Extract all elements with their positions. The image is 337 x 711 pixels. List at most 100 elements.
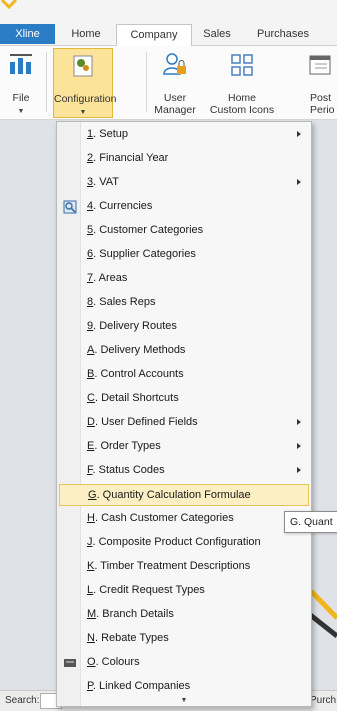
menu-item-credit-request-types[interactable]: L. Credit Request Types	[59, 580, 309, 602]
menu-item-currencies[interactable]: 4. Currencies	[59, 196, 309, 218]
menu-item-label: 7. Areas	[87, 272, 127, 284]
menu-item-timber-treatment-descriptions[interactable]: K. Timber Treatment Descriptions	[59, 556, 309, 578]
home-custom-icons-line2: Custom Icons	[209, 104, 275, 116]
menu-item-text: . VAT	[93, 176, 119, 188]
xline-logo-icon	[0, 0, 18, 10]
menu-item-rebate-types[interactable]: N. Rebate Types	[59, 628, 309, 650]
menu-item-label: P. Linked Companies	[87, 680, 190, 692]
menu-item-tooltip: G. Quant	[284, 511, 337, 533]
post-period-line2: Perio	[310, 104, 335, 116]
file-button[interactable]: File ▼	[2, 48, 40, 118]
menu-item-sales-reps[interactable]: 8. Sales Reps	[59, 292, 309, 314]
menu-item-customer-categories[interactable]: 5. Customer Categories	[59, 220, 309, 242]
submenu-arrow-icon	[297, 131, 301, 137]
menu-item-text: . Setup	[93, 128, 128, 140]
purchases-shortcut[interactable]: Purch	[310, 695, 336, 706]
menu-item-accelerator: O	[87, 656, 96, 668]
menu-item-accelerator: H	[87, 512, 95, 524]
tab-home[interactable]: Home	[62, 24, 110, 46]
configuration-button[interactable]: Configuration ▼	[53, 48, 116, 118]
menu-item-text: . Status Codes	[92, 464, 165, 476]
menu-item-label: 3. VAT	[87, 176, 119, 188]
menu-item-label: 1. Setup	[87, 128, 128, 140]
menu-item-label: F. Status Codes	[87, 464, 165, 476]
menu-item-label: 8. Sales Reps	[87, 296, 156, 308]
menu-item-quantity-calculation-formulae[interactable]: G. Quantity Calculation Formulae	[59, 484, 309, 506]
tab-company[interactable]: Company	[116, 24, 192, 47]
post-period-button[interactable]: Post Perio	[306, 48, 337, 118]
menu-item-financial-year[interactable]: 2. Financial Year	[59, 148, 309, 170]
menu-item-accelerator: D	[87, 416, 95, 428]
menu-item-text: . Currencies	[93, 200, 153, 212]
menu-item-text: . Rebate Types	[94, 632, 169, 644]
file-label: File	[12, 92, 30, 104]
menu-item-status-codes[interactable]: F. Status Codes	[59, 460, 309, 482]
ribbon-tab-bar: Xline Home Company Sales Purchases	[0, 22, 337, 47]
menu-item-areas[interactable]: 7. Areas	[59, 268, 309, 290]
menu-item-delivery-methods[interactable]: A. Delivery Methods	[59, 340, 309, 362]
user-lock-icon	[163, 53, 186, 75]
calendar-icon	[309, 55, 331, 75]
tab-sales[interactable]: Sales	[198, 24, 236, 46]
menu-item-vat[interactable]: 3. VAT	[59, 172, 309, 194]
home-custom-icons-button[interactable]: Home Custom Icons	[192, 48, 292, 118]
menu-item-label: G. Quantity Calculation Formulae	[88, 489, 251, 501]
colours-icon	[64, 659, 76, 667]
menu-item-branch-details[interactable]: M. Branch Details	[59, 604, 309, 626]
menu-item-composite-product-configuration[interactable]: J. Composite Product Configuration	[59, 532, 309, 554]
menu-item-supplier-categories[interactable]: 6. Supplier Categories	[59, 244, 309, 266]
menu-item-colours[interactable]: O. Colours	[59, 652, 309, 674]
menu-item-cash-customer-categories[interactable]: H. Cash Customer Categories	[59, 508, 309, 530]
grid-icon	[231, 54, 253, 76]
menu-item-label: O. Colours	[87, 656, 140, 668]
post-period-line1: Post	[310, 92, 332, 104]
menu-item-detail-shortcuts[interactable]: C. Detail Shortcuts	[59, 388, 309, 410]
home-custom-icons-label: Home Custom Icons	[192, 92, 292, 116]
menu-item-accelerator: N	[87, 632, 95, 644]
configuration-dropdown-menu: 1. Setup 2. Financial Year 3. VAT 4. Curren…	[56, 121, 312, 707]
menu-item-accelerator: M	[87, 608, 97, 620]
submenu-arrow-icon	[297, 443, 301, 449]
post-period-label: Post Perio	[310, 92, 337, 116]
menu-item-text: . Credit Request Types	[93, 584, 205, 596]
menu-item-text: . Delivery Routes	[93, 320, 177, 332]
menu-item-label: 4. Currencies	[87, 200, 152, 212]
title-strip	[0, 0, 337, 22]
menu-item-text: . User Defined Fields	[94, 416, 198, 428]
submenu-arrow-icon	[297, 179, 301, 185]
menu-item-text: . Sales Reps	[93, 296, 156, 308]
menu-item-text: . Areas	[93, 272, 128, 284]
menu-scroll-down-icon[interactable]: ▼	[57, 697, 311, 704]
menu-item-text: . Control Accounts	[94, 368, 184, 380]
menu-item-control-accounts[interactable]: B. Control Accounts	[59, 364, 309, 386]
menu-item-label: 2. Financial Year	[87, 152, 168, 164]
menu-item-text: . Composite Product Configuration	[92, 536, 261, 548]
menu-item-text: . Detail Shortcuts	[94, 392, 179, 404]
search-label: Search:	[5, 695, 40, 706]
menu-item-text: . Financial Year	[93, 152, 169, 164]
chevron-down-icon: ▼	[79, 109, 87, 116]
menu-item-label: 5. Customer Categories	[87, 224, 203, 236]
menu-item-text: . Linked Companies	[92, 680, 191, 692]
menu-item-label: L. Credit Request Types	[87, 584, 205, 596]
configuration-icon	[73, 55, 93, 77]
tab-purchases[interactable]: Purchases	[248, 24, 318, 46]
tab-xline[interactable]: Xline	[0, 24, 55, 44]
menu-item-linked-companies[interactable]: P. Linked Companies	[59, 676, 309, 698]
menu-item-label: 6. Supplier Categories	[87, 248, 196, 260]
file-icon	[10, 54, 32, 74]
home-custom-icons-line1: Home	[227, 92, 256, 104]
menu-item-label: A. Delivery Methods	[87, 344, 185, 356]
menu-item-delivery-routes[interactable]: 9. Delivery Routes	[59, 316, 309, 338]
menu-item-user-defined-fields[interactable]: D. User Defined Fields	[59, 412, 309, 434]
menu-item-order-types[interactable]: E. Order Types	[59, 436, 309, 458]
user-manager-line2: Manager	[154, 104, 196, 116]
menu-item-text: . Branch Details	[96, 608, 174, 620]
submenu-arrow-icon	[297, 419, 301, 425]
menu-item-setup[interactable]: 1. Setup	[59, 124, 309, 146]
menu-item-label: B. Control Accounts	[87, 368, 184, 380]
user-manager-line1: User	[163, 92, 187, 104]
menu-item-text: . Delivery Methods	[94, 344, 186, 356]
menu-item-text: . Quantity Calculation Formulae	[96, 489, 251, 501]
submenu-arrow-icon	[297, 467, 301, 473]
